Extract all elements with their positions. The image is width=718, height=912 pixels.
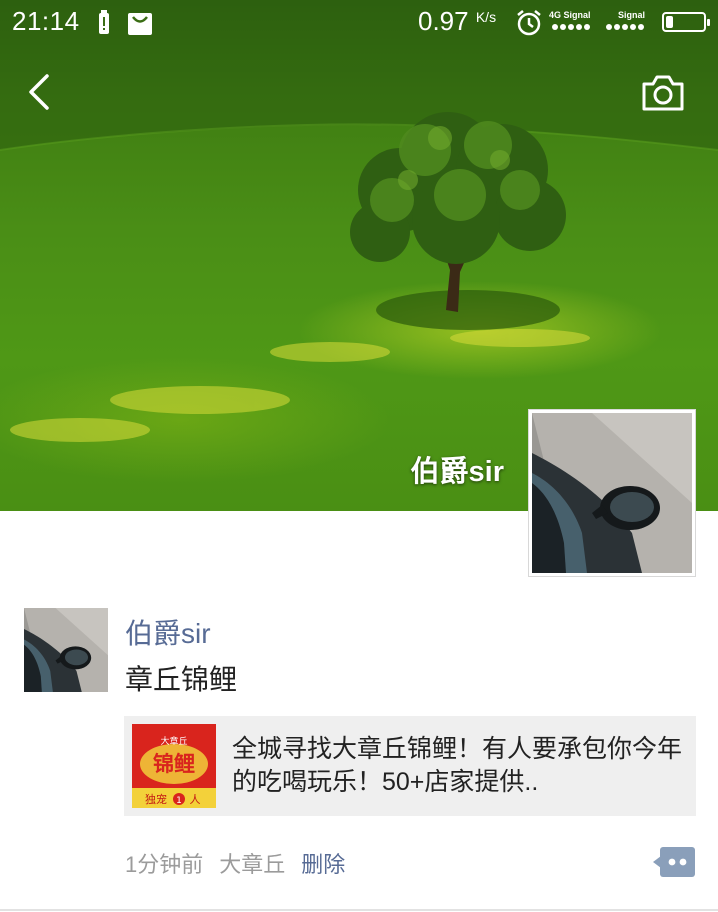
alarm-icon bbox=[517, 10, 541, 36]
sim2-signal-dots bbox=[606, 24, 644, 30]
post-author-avatar[interactable] bbox=[24, 608, 108, 692]
battery-fill bbox=[666, 16, 673, 28]
thumb-badge-text: 1 bbox=[176, 796, 182, 806]
post-timestamp: 1分钟前 bbox=[125, 852, 204, 877]
net-speed-unit: K/s bbox=[475, 9, 497, 25]
status-bar: 21:14 0.97 K/s 4G Signal Signal bbox=[0, 0, 718, 44]
comment-dots-icon bbox=[653, 847, 695, 877]
post-text: 章丘锦鲤 bbox=[125, 664, 238, 695]
camera-button[interactable] bbox=[638, 72, 688, 114]
profile-name[interactable]: 伯爵sir bbox=[411, 448, 504, 490]
battery-icon bbox=[662, 12, 710, 32]
comment-like-button[interactable] bbox=[652, 846, 696, 878]
profile-avatar[interactable] bbox=[528, 409, 696, 577]
net-speed-value: 0.97 bbox=[418, 6, 469, 36]
chevron-left-icon bbox=[29, 74, 49, 110]
thumb-bottom2-text: 人 bbox=[190, 793, 201, 806]
post-author-name[interactable]: 伯爵sir bbox=[125, 612, 211, 652]
avatar-car-image bbox=[24, 608, 108, 692]
thumb-bottom-text: 独宠 bbox=[145, 792, 167, 806]
shared-link-card[interactable]: 大章丘 锦鲤 独宠 1 人 全城寻找大章丘锦鲤！有人要承包你今年的吃喝玩乐！50… bbox=[124, 716, 696, 816]
delete-post-button[interactable]: 删除 bbox=[301, 852, 345, 877]
post-footer: 1分钟前 大章丘 删除 bbox=[125, 847, 345, 879]
notification-bag-icon bbox=[128, 13, 152, 35]
divider bbox=[0, 909, 718, 911]
battery-alert-icon bbox=[99, 10, 109, 34]
post-location[interactable]: 大章丘 bbox=[219, 852, 285, 877]
status-net-speed: 0.97 K/s bbox=[418, 6, 496, 37]
link-thumbnail-image: 大章丘 锦鲤 独宠 1 人 bbox=[132, 724, 216, 808]
camera-icon bbox=[642, 75, 684, 111]
thumb-main-text: 锦鲤 bbox=[153, 752, 195, 776]
link-title: 全城寻找大章丘锦鲤！有人要承包你今年的吃喝玩乐！50+店家提供.. bbox=[232, 735, 683, 796]
status-time: 21:14 bbox=[12, 6, 80, 36]
thumb-top-text: 大章丘 bbox=[160, 735, 187, 747]
sim1-label: 4G Signal bbox=[549, 10, 591, 20]
sim2-label: Signal bbox=[618, 10, 646, 20]
avatar-car-image bbox=[532, 413, 692, 573]
link-thumbnail: 大章丘 锦鲤 独宠 1 人 bbox=[132, 724, 216, 808]
sim1-signal-dots bbox=[552, 24, 590, 30]
back-button[interactable] bbox=[20, 70, 60, 114]
